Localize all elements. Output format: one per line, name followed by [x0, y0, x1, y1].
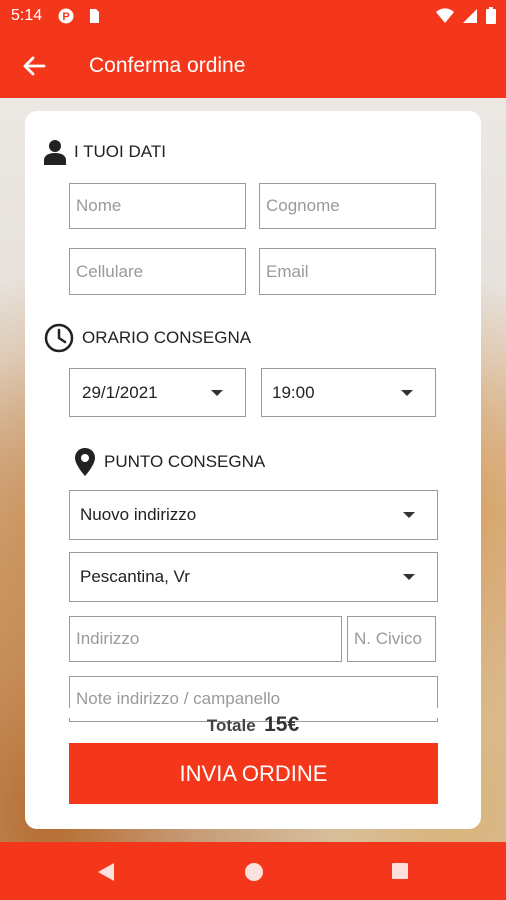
section-personal-header: I TUOI DATI	[44, 139, 166, 165]
sd-card-icon	[90, 9, 99, 23]
section-delivery-title: PUNTO CONSEGNA	[104, 452, 266, 471]
app-notification-icon: P	[58, 8, 74, 24]
total-label: Totale	[206, 716, 256, 735]
nav-home-icon[interactable]	[244, 862, 264, 882]
status-time: 5:14	[11, 7, 43, 24]
section-time-title: ORARIO CONSEGNA	[82, 328, 252, 347]
section-delivery-header: PUNTO CONSEGNA	[74, 447, 265, 477]
wifi-icon	[436, 7, 454, 23]
location-pin-icon	[75, 448, 95, 476]
svg-text:P: P	[62, 11, 69, 23]
app-bar: Conferma ordine	[0, 34, 506, 98]
address-field[interactable]: Indirizzo	[69, 616, 342, 662]
chevron-down-icon	[211, 389, 223, 396]
signal-icon	[463, 8, 477, 23]
address-type-value: Nuovo indirizzo	[80, 505, 197, 524]
total-amount: 15€	[264, 713, 300, 736]
address-type-select[interactable]: Nuovo indirizzo	[69, 490, 438, 540]
chevron-down-icon	[401, 389, 413, 396]
time-value: 19:00	[272, 382, 315, 402]
civic-number-field[interactable]: N. Civico	[347, 616, 436, 662]
back-arrow-icon[interactable]	[20, 52, 48, 80]
section-personal-title: I TUOI DATI	[74, 142, 166, 161]
first-name-field[interactable]: Nome	[69, 183, 246, 229]
time-select[interactable]: 19:00	[261, 368, 436, 417]
nav-back-icon[interactable]	[97, 862, 115, 882]
order-total: Totale 15€	[0, 713, 506, 737]
city-select[interactable]: Pescantina, Vr	[69, 552, 438, 602]
date-value: 29/1/2021	[82, 382, 158, 402]
page-title: Conferma ordine	[89, 54, 246, 77]
email-field[interactable]: Email	[259, 248, 436, 295]
status-bar: 5:14 P	[0, 0, 506, 34]
submit-order-button[interactable]: INVIA ORDINE	[69, 743, 438, 804]
battery-icon	[486, 7, 496, 24]
clock-icon	[44, 323, 74, 353]
nav-recents-icon[interactable]	[391, 862, 409, 880]
last-name-field[interactable]: Cognome	[259, 183, 436, 229]
status-icons	[436, 7, 496, 24]
system-nav-bar	[0, 842, 506, 900]
city-value: Pescantina, Vr	[80, 567, 190, 586]
user-icon	[44, 140, 66, 165]
chevron-down-icon	[403, 512, 415, 518]
date-select[interactable]: 29/1/2021	[69, 368, 246, 417]
phone-field[interactable]: Cellulare	[69, 248, 246, 295]
chevron-down-icon	[403, 574, 415, 580]
section-time-header: ORARIO CONSEGNA	[44, 323, 251, 353]
